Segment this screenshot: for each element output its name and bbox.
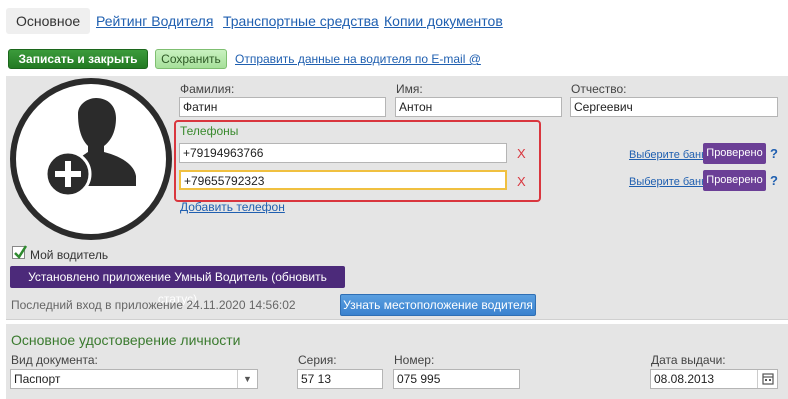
first-name-field[interactable]: Антон: [395, 97, 562, 117]
locate-driver-button[interactable]: Узнать местоположение водителя: [340, 294, 536, 316]
app-status-button[interactable]: Установлено приложение Умный Водитель (о…: [10, 266, 345, 306]
my-driver-checkbox[interactable]: [12, 245, 28, 259]
phone-field-2[interactable]: +79655792323: [179, 170, 507, 190]
doc-type-label: Вид документа:: [11, 353, 98, 367]
delete-phone-2-icon[interactable]: X: [517, 174, 526, 189]
avatar-add-photo[interactable]: [10, 78, 172, 240]
middle-name-label: Отчество:: [571, 82, 627, 96]
verified-button-2[interactable]: Проверено: [703, 170, 766, 191]
delete-phone-1-icon[interactable]: X: [517, 146, 526, 161]
issue-date-label: Дата выдачи:: [651, 353, 726, 367]
number-field[interactable]: 075 995: [393, 369, 520, 389]
save-and-close-button[interactable]: Записать и закрыть: [8, 49, 148, 69]
last-name-label: Фамилия:: [180, 82, 235, 96]
phone-field-1[interactable]: +79194963766: [179, 143, 507, 163]
add-phone-link[interactable]: Добавить телефон: [180, 200, 285, 214]
first-name-label: Имя:: [396, 82, 423, 96]
add-user-icon: [44, 98, 136, 198]
my-driver-label: Мой водитель: [30, 248, 109, 262]
identity-section-title: Основное удостоверение личности: [11, 332, 241, 348]
chevron-down-icon[interactable]: ▼: [237, 370, 257, 388]
tab-main[interactable]: Основное: [6, 8, 91, 34]
last-name-field[interactable]: Фатин: [179, 97, 386, 117]
send-email-link[interactable]: Отправить данные на водителя по E-mail @: [235, 52, 481, 66]
series-field[interactable]: 57 13: [297, 369, 383, 389]
tab-vehicles[interactable]: Транспортные средства: [223, 10, 379, 36]
tab-driver-rating[interactable]: Рейтинг Водителя: [96, 10, 213, 36]
tab-bar: Основное Рейтинг Водителя Транспортные с…: [0, 0, 788, 42]
tab-document-copies[interactable]: Копии документов: [384, 10, 503, 36]
verified-button-1[interactable]: Проверено: [703, 143, 766, 164]
save-button[interactable]: Сохранить: [155, 49, 227, 69]
calendar-icon[interactable]: [757, 370, 777, 388]
middle-name-field[interactable]: Сергеевич: [570, 97, 778, 117]
number-label: Номер:: [394, 353, 435, 367]
help-icon-1[interactable]: ?: [770, 146, 778, 161]
choose-bank-link-2[interactable]: Выберите банк: [629, 176, 706, 188]
last-login-text: Последний вход в приложение 24.11.2020 1…: [11, 298, 296, 312]
doc-type-select[interactable]: Паспорт: [10, 369, 258, 389]
checkmark-icon: [14, 245, 28, 259]
choose-bank-link-1[interactable]: Выберите банк: [629, 149, 706, 161]
phones-title: Телефоны: [180, 124, 239, 138]
help-icon-2[interactable]: ?: [770, 173, 778, 188]
series-label: Серия:: [298, 353, 337, 367]
